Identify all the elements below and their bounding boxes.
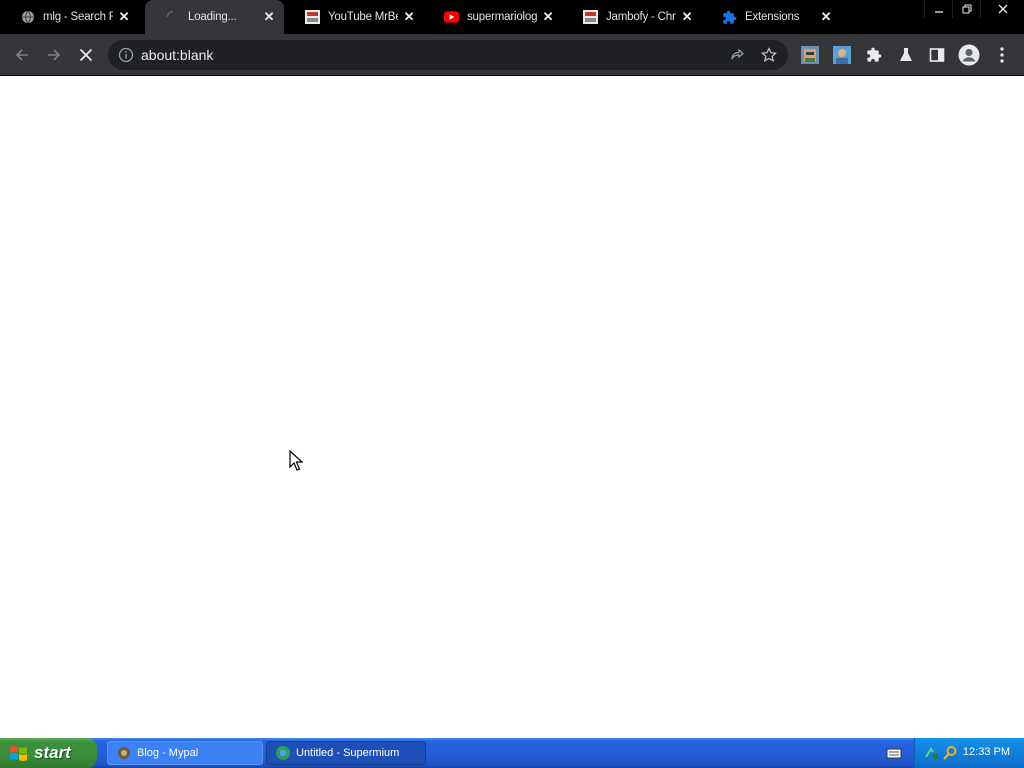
browser-toolbar — [0, 34, 1024, 76]
taskbar-item-label: Untitled - Supermium — [296, 747, 400, 759]
mouse-cursor-icon — [289, 449, 304, 472]
close-icon[interactable]: ✕ — [402, 10, 416, 24]
address-bar[interactable] — [108, 40, 788, 70]
extensions-puzzle-icon[interactable] — [863, 44, 885, 66]
taskbar-item-blog-mypal[interactable]: Blog - Mypal — [107, 741, 263, 765]
start-label: start — [34, 743, 71, 762]
url-input[interactable] — [141, 40, 701, 70]
stop-loading-icon[interactable] — [72, 41, 100, 69]
profile-avatar-icon[interactable] — [958, 44, 980, 66]
close-icon[interactable]: ✕ — [541, 10, 555, 24]
close-icon[interactable]: ✕ — [117, 10, 131, 24]
tab-supermariologan[interactable]: supermariolog ✕ — [424, 0, 563, 34]
tab-mlg-search[interactable]: mlg - Search R ✕ — [0, 0, 139, 34]
youtube-icon — [444, 10, 459, 25]
mypal-icon — [116, 745, 132, 761]
tab-title: mlg - Search R — [43, 11, 113, 23]
extension-photo-icon[interactable] — [831, 44, 853, 66]
system-tray: 12:33 PM — [914, 738, 1024, 768]
tab-title: Extensions — [745, 11, 800, 23]
supermium-icon — [275, 745, 291, 761]
search-magnifier-icon[interactable] — [942, 745, 958, 766]
tab-title: YouTube MrBe — [328, 11, 398, 23]
bookmark-star-icon[interactable] — [760, 46, 778, 64]
tab-strip: mlg - Search R ✕ Loading... ✕ YouTube Mr… — [0, 0, 1024, 34]
keyboard-icon[interactable] — [886, 746, 902, 760]
side-panel-icon[interactable] — [926, 44, 948, 66]
page-content — [0, 76, 1024, 738]
puzzle-icon — [722, 10, 737, 25]
menu-dots-icon[interactable] — [991, 44, 1013, 66]
loading-spinner-icon — [165, 10, 180, 25]
start-button[interactable]: start — [0, 738, 97, 768]
info-icon[interactable] — [118, 47, 134, 63]
page-thumbnail-icon — [305, 10, 320, 25]
labs-flask-icon[interactable] — [895, 44, 917, 66]
tab-title: Loading... — [188, 11, 237, 23]
window-controls — [924, 0, 1024, 18]
clock: 12:33 PM — [962, 746, 1010, 758]
tab-title: supermariolog — [467, 11, 537, 23]
close-icon[interactable]: ✕ — [680, 10, 694, 24]
extension-avatar-icon[interactable] — [799, 44, 821, 66]
globe-icon — [20, 10, 35, 25]
taskbar: start Blog - Mypal Untitled - Supermium … — [0, 738, 1024, 768]
close-icon[interactable]: ✕ — [262, 10, 276, 24]
back-arrow-icon[interactable] — [8, 41, 36, 69]
minimize-icon[interactable] — [924, 0, 952, 18]
taskbar-item-supermium[interactable]: Untitled - Supermium — [266, 741, 426, 765]
restore-icon[interactable] — [952, 0, 980, 18]
tab-extensions[interactable]: Extensions ✕ — [702, 0, 841, 34]
close-window-icon[interactable] — [980, 0, 1024, 18]
tab-title: Jambofy - Chr — [606, 11, 676, 23]
tab-jambofy[interactable]: Jambofy - Chr ✕ — [563, 0, 702, 34]
page-thumbnail-icon — [583, 10, 598, 25]
tab-youtube-mrbeast[interactable]: YouTube MrBe ✕ — [285, 0, 424, 34]
forward-arrow-icon[interactable] — [40, 41, 68, 69]
share-icon[interactable] — [728, 46, 746, 64]
close-icon[interactable]: ✕ — [819, 10, 833, 24]
network-icon[interactable] — [924, 745, 940, 766]
windows-flag-icon — [9, 744, 29, 762]
tab-loading[interactable]: Loading... ✕ — [145, 0, 284, 34]
taskbar-item-label: Blog - Mypal — [137, 747, 199, 759]
